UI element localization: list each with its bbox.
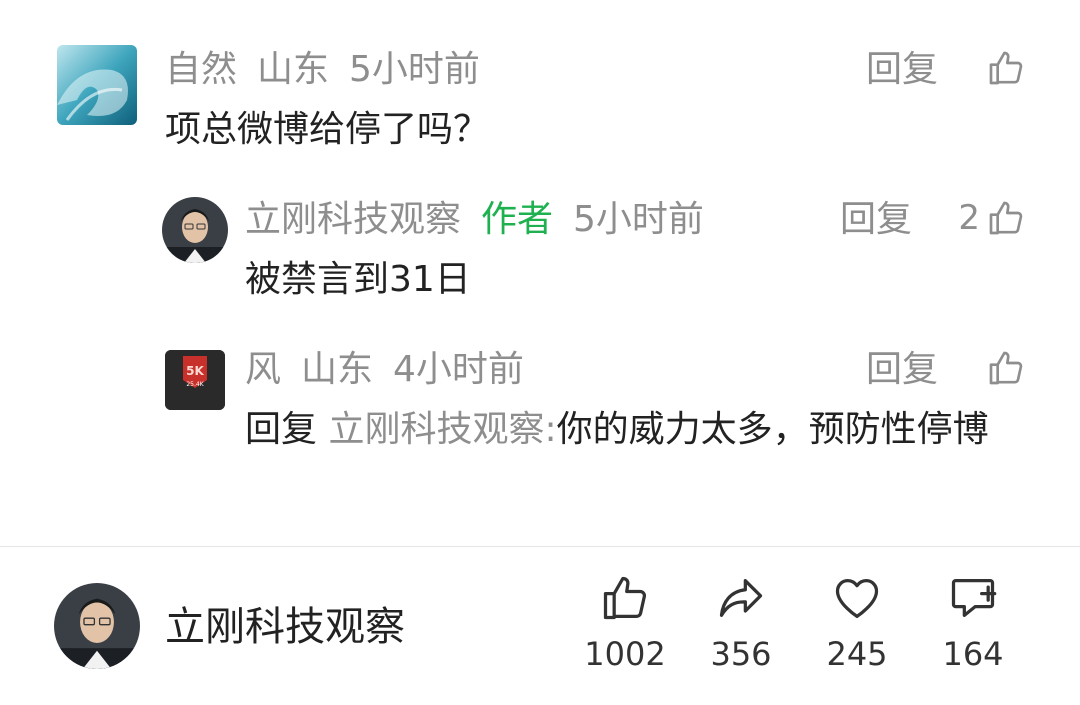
- thumbs-up-icon: [603, 576, 647, 620]
- favorite-action-button[interactable]: 245: [807, 572, 907, 674]
- comment-text: 你的威力太多，预防性停博: [556, 409, 989, 450]
- comment-meta: 自然 山东 5小时前: [165, 48, 480, 92]
- wave-avatar-image: [57, 45, 137, 125]
- like-count: 2: [958, 198, 980, 238]
- comment-time: 5小时前: [573, 199, 704, 240]
- comment-time: 5小时前: [349, 49, 480, 90]
- favorite-count: 245: [826, 635, 888, 673]
- comment-time: 4小时前: [393, 349, 524, 390]
- comment-add-icon: [951, 579, 997, 617]
- comment-text-block: 回复 立刚科技观察:你的威力太多，预防性停博: [245, 400, 1025, 460]
- author-avatar-image: [54, 583, 140, 669]
- reply-prefix: 回复: [245, 409, 318, 450]
- comment-meta: 立刚科技观察 作者 5小时前: [245, 198, 704, 242]
- reply-button[interactable]: 回复: [866, 348, 938, 392]
- share-action-button[interactable]: 356: [691, 572, 791, 674]
- thumbs-up-icon: [989, 201, 1023, 235]
- author-avatar-image: [162, 197, 228, 263]
- like-count: 1002: [584, 635, 666, 673]
- footer-author-name[interactable]: 立刚科技观察: [165, 602, 405, 652]
- comment-count: 164: [942, 635, 1004, 673]
- heart-icon: [835, 579, 879, 619]
- author-badge: 作者: [481, 199, 554, 240]
- comment-meta: 风山东 4小时前: [245, 348, 524, 392]
- reply-target-link[interactable]: 立刚科技观察:: [328, 409, 556, 450]
- share-count: 356: [710, 635, 772, 673]
- reply-button[interactable]: 回复: [840, 198, 912, 242]
- avatar-user-feng[interactable]: 5K 25.4K: [165, 350, 225, 410]
- avatar-user-ziran[interactable]: [57, 45, 137, 125]
- footer-author-avatar[interactable]: [54, 583, 140, 669]
- comment-username[interactable]: 风: [245, 349, 281, 390]
- comment-like-button[interactable]: [978, 344, 1026, 392]
- avatar-author[interactable]: [162, 197, 228, 263]
- comment-username[interactable]: 自然: [165, 49, 237, 90]
- reply-button[interactable]: 回复: [866, 48, 938, 92]
- avatar-badge-caption: 25.4K: [186, 381, 204, 388]
- comment-like-button[interactable]: [978, 44, 1026, 92]
- share-arrow-icon: [719, 579, 763, 617]
- comment-text: 被禁言到31日: [245, 259, 471, 300]
- comment-text: 项总微博给停了吗？: [165, 109, 490, 150]
- avatar-badge-text: 5K: [186, 364, 204, 378]
- comment-like-button[interactable]: 2: [940, 194, 1026, 242]
- badge-avatar-image: 5K 25.4K: [165, 350, 225, 410]
- like-action-button[interactable]: 1002: [575, 572, 675, 674]
- comment-location: 山东: [257, 49, 330, 90]
- comment-username[interactable]: 立刚科技观察: [245, 199, 461, 240]
- comment-action-button[interactable]: 164: [923, 572, 1023, 674]
- footer-divider: [0, 546, 1080, 547]
- thumbs-up-icon: [989, 351, 1023, 385]
- comment-location: 山东: [301, 349, 374, 390]
- thumbs-up-icon: [989, 51, 1023, 85]
